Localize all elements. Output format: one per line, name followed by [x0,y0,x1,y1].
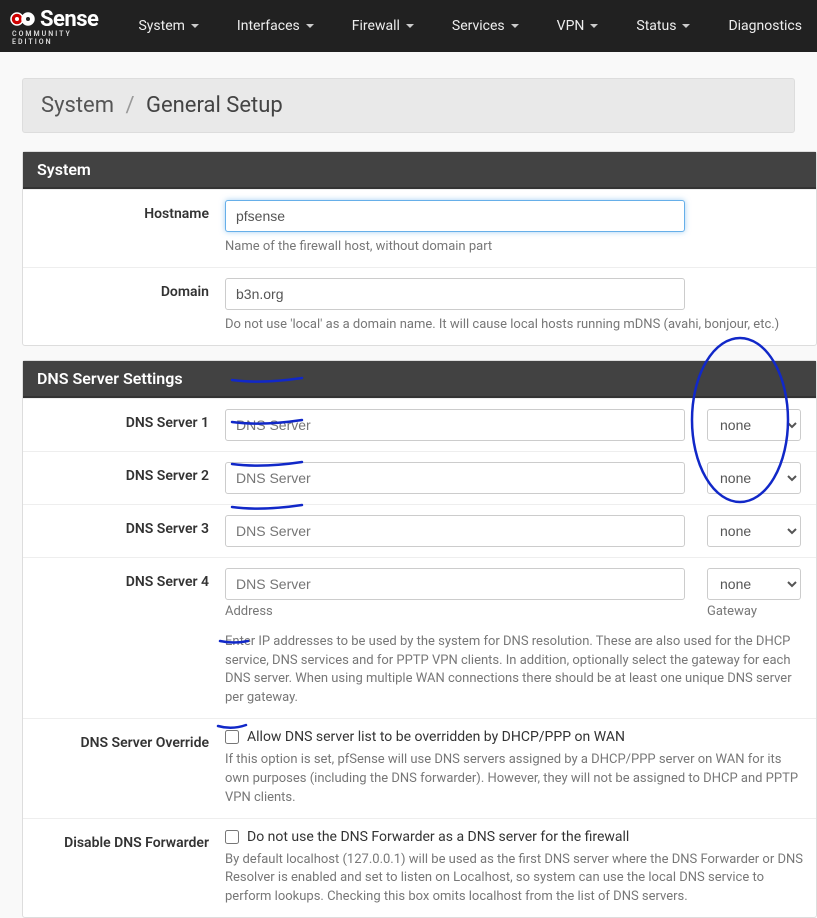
breadcrumb-current: General Setup [146,93,283,118]
top-navbar: Sense COMMUNITY EDITION System Interface… [0,0,817,52]
dns-override-checkbox[interactable] [225,730,239,744]
disable-forwarder-help: By default localhost (127.0.0.1) will be… [225,851,806,908]
pfsense-logo-icon [10,10,38,28]
dns3-label: DNS Server 3 [23,515,223,537]
breadcrumb: System / General Setup [22,78,795,133]
logo-subtitle: COMMUNITY EDITION [12,30,98,46]
dns2-label: DNS Server 2 [23,462,223,484]
row-dns3: DNS Server 3 none [23,504,816,557]
hostname-help: Name of the firewall host, without domai… [225,238,806,257]
panel-dns: DNS Server Settings DNS Server 1 none DN… [22,360,817,918]
nav-vpn[interactable]: VPN [541,10,615,42]
dns-col-gateway: Gateway [707,604,801,619]
caret-icon [406,24,414,28]
domain-input[interactable] [225,278,685,310]
dns4-input[interactable] [225,568,685,600]
nav-system[interactable]: System [122,10,214,42]
nav-status[interactable]: Status [620,10,706,42]
caret-icon [590,24,598,28]
breadcrumb-separator: / [125,93,134,118]
dns1-label: DNS Server 1 [23,409,223,431]
nav-interfaces[interactable]: Interfaces [221,10,330,42]
logo[interactable]: Sense COMMUNITY EDITION [10,7,98,46]
panel-dns-title: DNS Server Settings [23,361,816,398]
dns1-input[interactable] [225,409,685,441]
panel-system-title: System [23,152,816,189]
row-disable-forwarder: Disable DNS Forwarder Do not use the DNS… [23,818,816,918]
nav-services[interactable]: Services [436,10,535,42]
domain-help: Do not use 'local' as a domain name. It … [225,316,806,335]
row-dns2: DNS Server 2 none [23,451,816,504]
dns2-input[interactable] [225,462,685,494]
dns4-gateway[interactable]: none [707,568,801,600]
caret-icon [682,24,690,28]
logo-text: Sense [40,7,98,32]
nav-items: System Interfaces Firewall Services VPN … [122,10,817,42]
nav-firewall[interactable]: Firewall [336,10,430,42]
row-dns-override: DNS Server Override Allow DNS server lis… [23,718,816,818]
domain-label: Domain [23,278,223,300]
hostname-label: Hostname [23,200,223,222]
row-domain: Domain Do not use 'local' as a domain na… [23,267,816,345]
dns4-label: DNS Server 4 [23,568,223,590]
dns-override-help: If this option is set, pfSense will use … [225,751,806,808]
dns-col-address: Address [225,604,685,619]
row-dns1: DNS Server 1 none [23,398,816,451]
row-dns4: DNS Server 4 none Address Gateway Enter … [23,557,816,718]
row-hostname: Hostname Name of the firewall host, with… [23,189,816,267]
caret-icon [306,24,314,28]
caret-icon [511,24,519,28]
dns-override-chk-label: Allow DNS server list to be overridden b… [247,729,625,745]
dns3-gateway[interactable]: none [707,515,801,547]
disable-forwarder-label: Disable DNS Forwarder [23,829,223,851]
breadcrumb-root[interactable]: System [41,93,114,118]
disable-forwarder-checkbox[interactable] [225,830,239,844]
caret-icon [191,24,199,28]
hostname-input[interactable] [225,200,685,232]
dns-override-label: DNS Server Override [23,729,223,751]
dns1-gateway[interactable]: none [707,409,801,441]
disable-forwarder-chk-label: Do not use the DNS Forwarder as a DNS se… [247,829,629,845]
dns3-input[interactable] [225,515,685,547]
dns2-gateway[interactable]: none [707,462,801,494]
nav-diagnostics[interactable]: Diagnostics [712,10,817,42]
dns-help: Enter IP addresses to be used by the sys… [225,633,806,708]
panel-system: System Hostname Name of the firewall hos… [22,151,817,346]
